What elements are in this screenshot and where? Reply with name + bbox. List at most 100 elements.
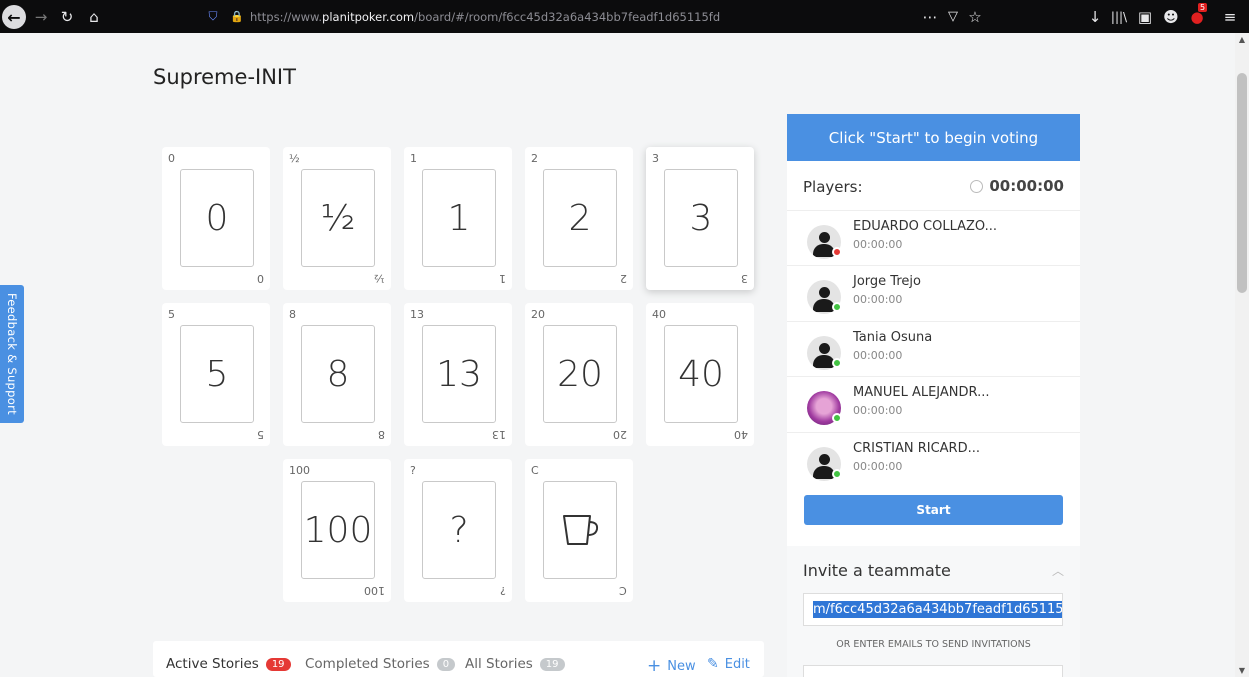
card-face: 3 — [664, 169, 738, 267]
card-face: 0 — [180, 169, 254, 267]
status-indicator — [832, 247, 842, 257]
card-face: 100 — [301, 481, 375, 579]
url-bar[interactable]: https://www. planitpoker.com/board/#/room… — [250, 0, 720, 33]
invite-link-field[interactable]: m/f6cc45d32a6a434bb7feadf1d65115fd — [803, 593, 1063, 626]
card-0[interactable]: 000 — [162, 147, 270, 290]
card-12[interactable]: CC — [525, 459, 633, 602]
back-arrow-icon[interactable]: ← — [2, 5, 26, 29]
ublock-icon[interactable]: ● 5 — [1188, 0, 1208, 33]
card-face: 8 — [301, 325, 375, 423]
card-face: 20 — [543, 325, 617, 423]
card-corner-label-rotated: C — [619, 584, 627, 597]
tracking-shield-icon[interactable]: ⛉ — [206, 0, 220, 33]
browser-toolbar: ← → ↻ ⌂ ⛉ 🔒 https://www. planitpoker.com /… — [0, 0, 1249, 33]
edit-label: Edit — [724, 656, 750, 672]
chevron-up-icon[interactable]: ︿ — [1052, 562, 1064, 579]
card-face: 13 — [422, 325, 496, 423]
player-time: 00:00:00 — [853, 404, 903, 418]
player-name: MANUEL ALEJANDR... — [853, 385, 990, 401]
player-row: MANUEL ALEJANDR... 00:00:00 — [787, 376, 1080, 431]
card-corner-label: 40 — [652, 308, 666, 321]
card-7[interactable]: 13 13 13 — [404, 303, 512, 446]
tab-active-stories[interactable]: Active Stories 19 — [166, 656, 291, 672]
download-icon[interactable]: ↓ — [1086, 0, 1104, 33]
tab-all-stories[interactable]: All Stories 19 — [465, 656, 565, 672]
feedback-support-tab[interactable]: Feedback & Support — [0, 285, 24, 423]
menu-icon[interactable]: ≡ — [1220, 0, 1240, 33]
lock-icon[interactable]: 🔒 — [230, 0, 244, 33]
scroll-up-icon[interactable]: ▲ — [1237, 35, 1247, 44]
new-story-button[interactable]: + New — [647, 656, 696, 676]
card-corner-label: 1 — [410, 152, 417, 165]
player-time: 00:00:00 — [853, 238, 903, 251]
player-name: Tania Osuna — [853, 329, 933, 345]
card-corner-label: 8 — [289, 308, 296, 321]
card-face: ½ — [301, 169, 375, 267]
card-corner-label-rotated: 8 — [378, 428, 385, 441]
card-corner-label-rotated: 13 — [492, 428, 506, 441]
library-icon[interactable]: |||\ — [1110, 0, 1128, 33]
card-corner-label-rotated: 5 — [257, 428, 264, 441]
player-row: Tania Osuna 00:00:00 — [787, 320, 1080, 376]
card-corner-label-rotated: 20 — [613, 428, 627, 441]
card-corner-label: 20 — [531, 308, 545, 321]
timer-value: 00:00:00 — [989, 177, 1064, 195]
card-4[interactable]: 333 — [646, 147, 754, 290]
count-badge: 19 — [539, 657, 565, 671]
status-indicator — [832, 468, 842, 479]
tab-label: Completed Stories — [305, 656, 430, 672]
card-face: 1 — [422, 169, 496, 267]
card-corner-label: 5 — [168, 308, 175, 321]
card-corner-label-rotated: ? — [500, 584, 506, 597]
card-11[interactable]: ??? — [404, 459, 512, 602]
edit-stories-button[interactable]: ✎ Edit — [707, 656, 750, 672]
card-10[interactable]: 100 100 100 — [283, 459, 391, 602]
tab-completed-stories[interactable]: Completed Stories 0 — [305, 656, 456, 672]
card-8[interactable]: 20 20 20 — [525, 303, 633, 446]
card-corner-label: ? — [410, 464, 416, 477]
page-actions-icon[interactable]: ⋯ — [920, 0, 940, 33]
scroll-down-icon[interactable]: ▼ — [1237, 666, 1247, 675]
scrollbar-thumb[interactable] — [1237, 73, 1247, 293]
coffee-cup-icon — [563, 515, 599, 545]
url-domain: planitpoker.com — [322, 9, 415, 24]
player-name: EDUARDO COLLAZO... — [853, 219, 998, 234]
forward-arrow-icon[interactable]: → — [33, 0, 49, 33]
status-indicator — [832, 413, 842, 424]
card-1[interactable]: ½½½ — [283, 147, 391, 290]
card-6[interactable]: 888 — [283, 303, 391, 446]
card-corner-label: 13 — [410, 308, 424, 321]
card-5[interactable]: 555 — [162, 303, 270, 446]
card-3[interactable]: 222 — [525, 147, 633, 290]
pocket-icon[interactable]: ▽ — [944, 0, 962, 33]
timer: 00:00:00 — [970, 177, 1064, 195]
card-corner-label-rotated: 1 — [499, 272, 506, 285]
bookmark-star-icon[interactable]: ☆ — [966, 0, 984, 33]
email-input[interactable] — [803, 665, 1063, 677]
card-corner-label-rotated: 3 — [741, 272, 748, 285]
card-corner-label-rotated: 40 — [734, 428, 748, 441]
card-corner-label: C — [531, 464, 539, 477]
invite-section: Invite a teammate ︿ m/f6cc45d32a6a434bb7… — [787, 546, 1080, 677]
home-icon[interactable]: ⌂ — [85, 0, 103, 33]
card-face: 5 — [180, 325, 254, 423]
card-corner-label-rotated: ½ — [374, 272, 385, 285]
player-time: 00:00:00 — [853, 293, 903, 307]
player-time: 00:00:00 — [853, 459, 903, 473]
card-2[interactable]: 111 — [404, 147, 512, 290]
card-corner-label-rotated: 100 — [364, 584, 385, 597]
card-corner-label: ½ — [289, 152, 300, 165]
status-indicator — [832, 357, 842, 368]
card-9[interactable]: 40 40 40 — [646, 303, 754, 446]
page-scrollbar[interactable]: ▲ ▼ — [1235, 33, 1249, 677]
account-icon[interactable]: ☻ — [1162, 0, 1180, 33]
voting-status-header: Click "Start" to begin voting — [787, 114, 1080, 161]
card-corner-label: 100 — [289, 464, 310, 477]
sidebar-icon[interactable]: ▣ — [1136, 0, 1154, 33]
plus-icon: + — [647, 656, 662, 676]
invite-title: Invite a teammate — [803, 561, 951, 580]
reload-icon[interactable]: ↻ — [58, 0, 76, 33]
player-name: CRISTIAN RICARD... — [853, 440, 980, 456]
start-button[interactable]: Start — [804, 495, 1063, 525]
card-face: ? — [422, 481, 496, 579]
